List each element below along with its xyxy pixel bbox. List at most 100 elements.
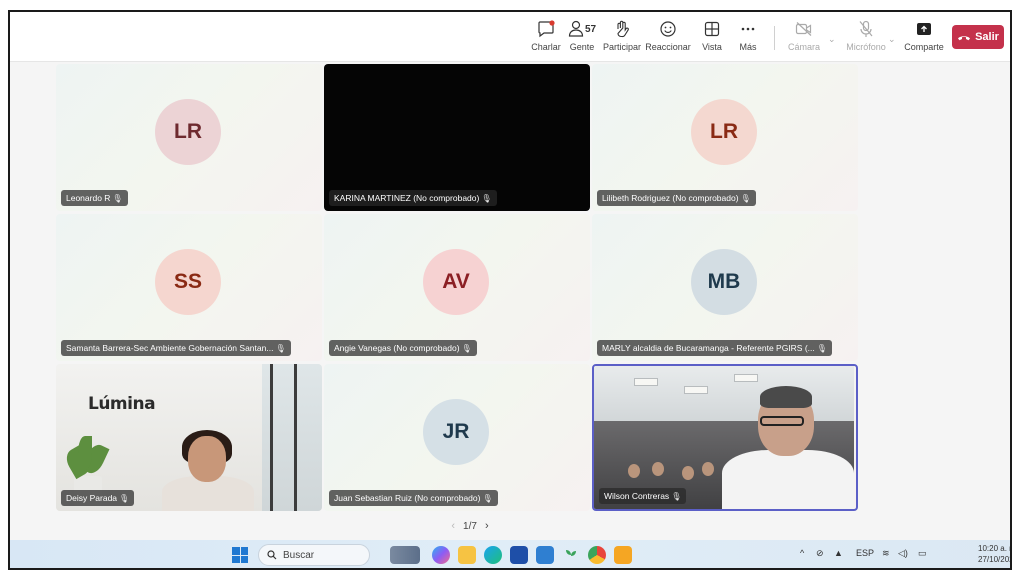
participant-name: KARINA MARTINEZ (No comprobado) (334, 193, 480, 203)
participant-name-tag: KARINA MARTINEZ (No comprobado) 🎙︎ (329, 190, 497, 206)
more-icon (740, 18, 756, 40)
view-label: Vista (702, 42, 722, 52)
mic-muted-icon: 🎙︎ (671, 492, 682, 501)
participant-tile[interactable]: LR Lilibeth Rodriguez (No comprobado) 🎙︎ (592, 64, 858, 211)
participant-name: Samanta Barrera-Sec Ambiente Gobernación… (66, 343, 274, 353)
toolbar-divider (774, 26, 775, 50)
mic-muted-icon: 🎙︎ (275, 344, 286, 353)
participant-name-tag: Juan Sebastian Ruiz (No comprobado) 🎙︎ (329, 490, 498, 506)
smiley-icon (659, 18, 677, 40)
photos-icon[interactable] (536, 546, 554, 564)
participant-name-tag: Wilson Contreras 🎙︎ (599, 488, 687, 504)
google-drive-icon[interactable]: ▲ (834, 548, 843, 558)
mic-muted-icon: 🎙︎ (816, 344, 827, 353)
participant-video-tile[interactable]: Lúmina Deisy Parada 🎙︎ (56, 364, 322, 511)
news-widget-icon[interactable] (390, 546, 420, 564)
participant-name: Angie Vanegas (No comprobado) (334, 343, 460, 353)
microphone-label: Micrófono (846, 42, 886, 52)
participant-tile[interactable]: AV Angie Vanegas (No comprobado) 🎙︎ (324, 214, 590, 361)
avatar: JR (423, 399, 489, 465)
page-indicator: 1/7 (463, 520, 477, 532)
edge-browser-icon[interactable] (484, 546, 502, 564)
mic-off-icon (859, 18, 873, 40)
participant-name-tag: Angie Vanegas (No comprobado) 🎙︎ (329, 340, 477, 356)
taskbar-clock[interactable]: 10:20 a. m. 27/10/2025 (978, 543, 1010, 565)
teams-meeting-window: Charlar 57 Gente Participar Reaccionar V… (8, 10, 1012, 570)
previous-page-button[interactable]: ‹ (451, 520, 455, 532)
clock-date: 27/10/2025 (978, 555, 1010, 564)
chat-icon (537, 18, 555, 40)
volume-icon[interactable]: ◁) (898, 548, 908, 559)
camera-off-icon (795, 18, 813, 40)
people-label: Gente (569, 42, 595, 52)
more-button[interactable]: Más (722, 18, 774, 58)
clock-time: 10:20 a. m. (978, 544, 1010, 553)
camera-button[interactable]: Cámara (778, 18, 830, 58)
participant-tile[interactable]: LR Leonardo R 🎙︎ (56, 64, 322, 211)
share-label: Comparte (904, 42, 944, 52)
react-label: Reaccionar (645, 42, 691, 52)
raise-hand-button[interactable]: Participar (596, 18, 648, 58)
participant-tile[interactable]: JR Juan Sebastian Ruiz (No comprobado) 🎙︎ (324, 364, 590, 511)
participant-name-tag: Deisy Parada 🎙︎ (61, 490, 135, 506)
windows-start-icon[interactable] (232, 547, 248, 563)
participant-name: Leonardo R (66, 193, 111, 203)
participant-video-tile-active-speaker[interactable]: Wilson Contreras 🎙︎ (592, 364, 858, 511)
avatar: LR (691, 99, 757, 165)
microphone-options-chevron-icon[interactable]: ⌄ (888, 34, 896, 45)
raise-hand-label: Participar (602, 42, 641, 52)
people-icon (568, 20, 584, 37)
participant-name-tag: Samanta Barrera-Sec Ambiente Gobernación… (61, 340, 291, 356)
microphone-button[interactable]: Micrófono (840, 18, 892, 58)
mic-muted-icon: 🎙︎ (112, 194, 123, 203)
search-icon (267, 550, 277, 560)
share-icon (916, 18, 932, 40)
wifi-icon[interactable]: ≋ (882, 548, 890, 559)
camera-options-chevron-icon[interactable]: ⌄ (828, 34, 836, 45)
battery-icon[interactable]: ▭ (918, 548, 927, 559)
participant-name: Deisy Parada (66, 493, 118, 503)
hidden-eye-icon[interactable]: ⊘ (816, 548, 824, 559)
store-icon[interactable] (510, 546, 528, 564)
copilot-icon[interactable] (432, 546, 450, 564)
leave-button[interactable]: Salir (952, 25, 1004, 49)
file-explorer-icon[interactable] (458, 546, 476, 564)
language-indicator[interactable]: ESP (856, 548, 874, 558)
next-page-button[interactable]: › (485, 520, 489, 532)
participant-name: Wilson Contreras (604, 491, 670, 501)
plant-app-icon[interactable] (562, 546, 580, 564)
avatar: AV (423, 249, 489, 315)
participant-name: Juan Sebastian Ruiz (No comprobado) (334, 493, 481, 503)
mic-muted-icon: 🎙︎ (482, 494, 493, 503)
video-background (594, 366, 854, 428)
mic-muted-icon: 🎙︎ (461, 344, 472, 353)
camera-label: Cámara (787, 42, 820, 52)
taskbar-search-box[interactable]: Buscar (258, 544, 370, 566)
phone-hangup-icon (958, 36, 971, 41)
search-placeholder: Buscar (283, 549, 315, 561)
participant-name-tag: Lilibeth Rodriguez (No comprobado) 🎙︎ (597, 190, 756, 206)
lumina-logo: Lúmina (88, 394, 156, 414)
participant-tile[interactable]: SS Samanta Barrera-Sec Ambiente Gobernac… (56, 214, 322, 361)
chrome-browser-icon[interactable] (588, 546, 606, 564)
share-button[interactable]: Comparte (898, 18, 950, 58)
participant-video-person (722, 450, 854, 509)
grid-view-icon (704, 18, 720, 40)
app-icon[interactable] (614, 546, 632, 564)
avatar: MB (691, 249, 757, 315)
participant-tile[interactable]: KARINA MARTINEZ (No comprobado) 🎙︎ (324, 64, 590, 211)
mic-muted-icon: 🎙︎ (740, 194, 751, 203)
windows-taskbar: Buscar ^ ⊘ ▲ ESP ≋ ◁) ▭ 10:20 a. m. 27/1… (10, 540, 1010, 568)
avatar: LR (155, 99, 221, 165)
participant-tile[interactable]: MB MARLY alcaldia de Bucaramanga - Refer… (592, 214, 858, 361)
leave-label: Salir (975, 31, 999, 43)
mic-muted-icon: 🎙︎ (119, 494, 130, 503)
raise-hand-icon (614, 18, 630, 40)
tray-overflow-chevron-icon[interactable]: ^ (800, 548, 804, 558)
gallery-pager: ‹ 1/7 › (430, 518, 510, 534)
avatar: SS (155, 249, 221, 315)
participant-name: MARLY alcaldia de Bucaramanga - Referent… (602, 343, 815, 353)
people-count: 57 (584, 23, 597, 35)
more-label: Más (739, 42, 757, 52)
participant-name: Lilibeth Rodriguez (No comprobado) (602, 193, 739, 203)
